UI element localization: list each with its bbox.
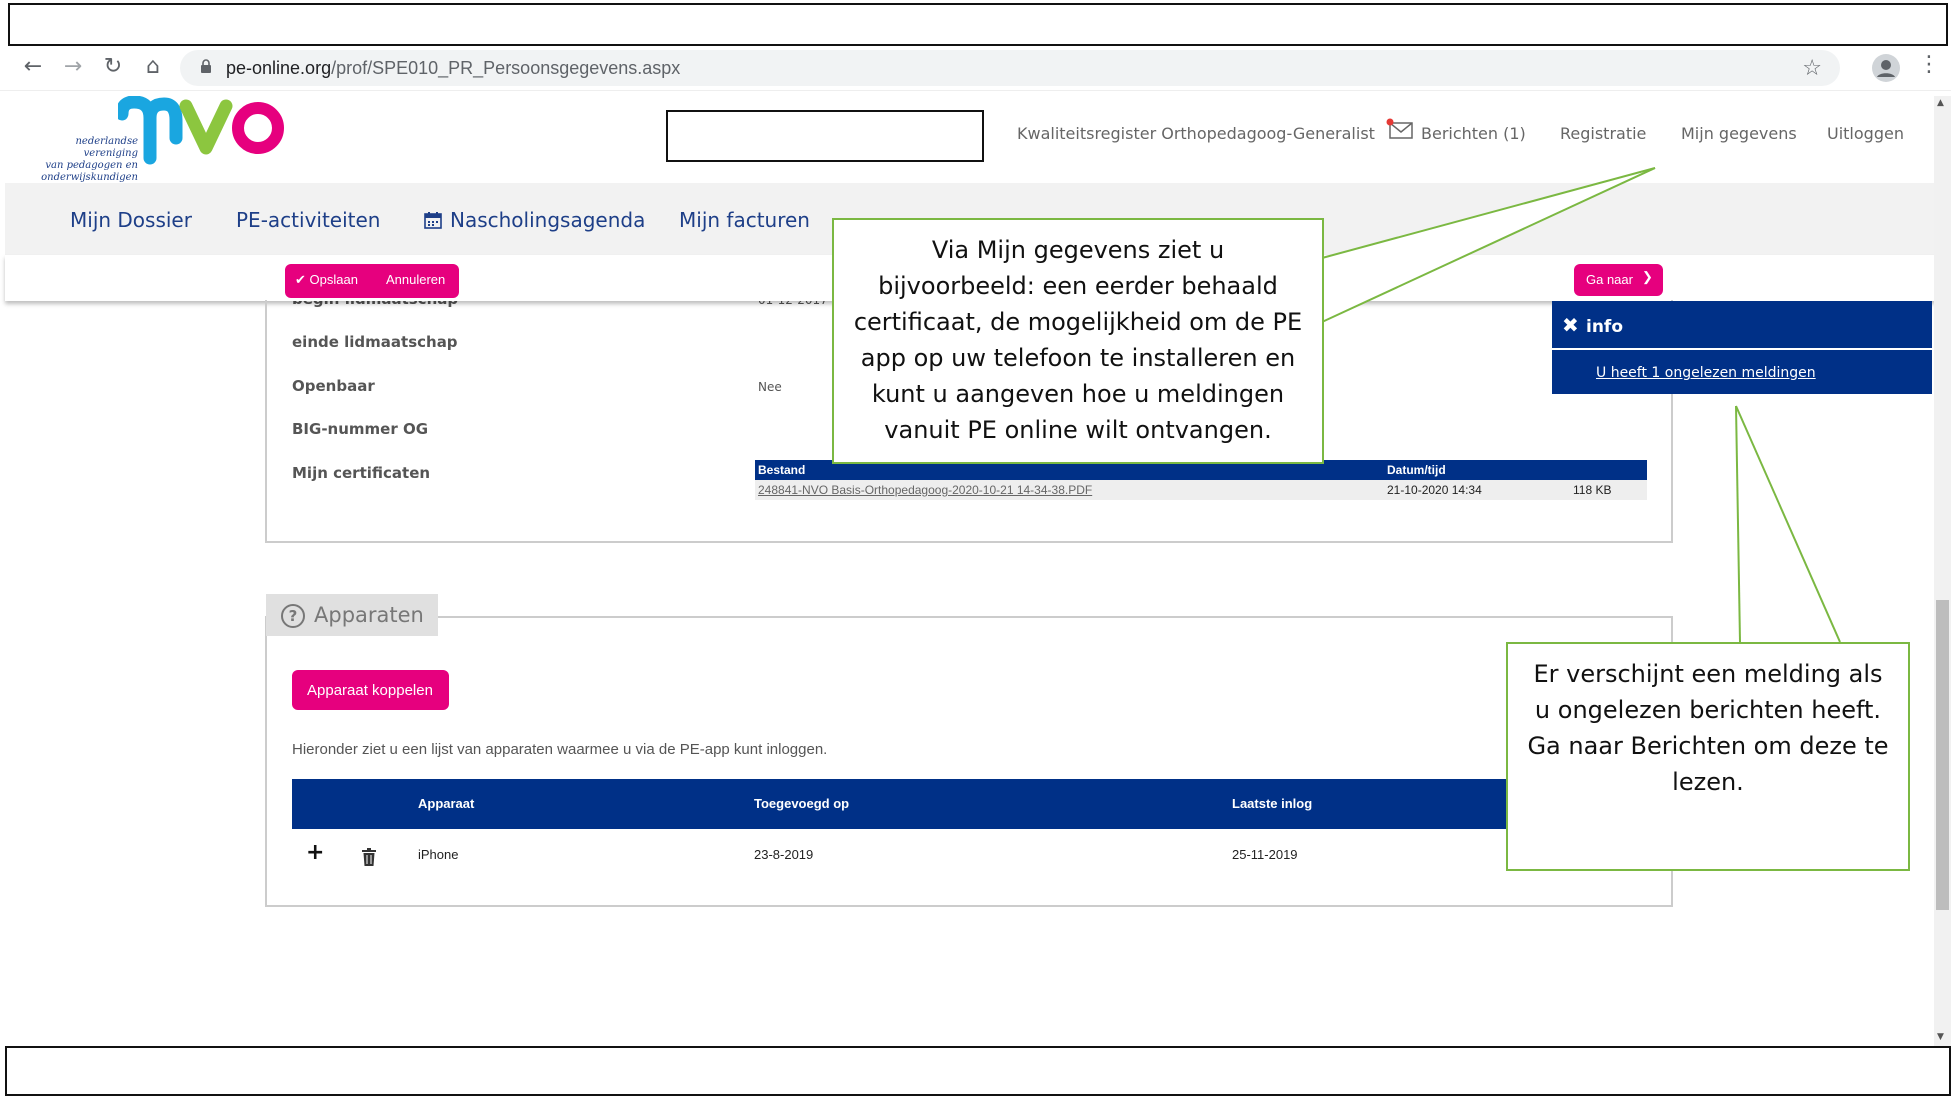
callout-my-data: Via Mijn gegevens ziet u bijvoorbeeld: e… — [832, 218, 1324, 464]
callout-notifications: Er verschijnt een melding als u ongeleze… — [1506, 642, 1910, 871]
callout-connectors — [1321, 167, 1841, 643]
bottom-blank-box — [5, 1046, 1951, 1096]
